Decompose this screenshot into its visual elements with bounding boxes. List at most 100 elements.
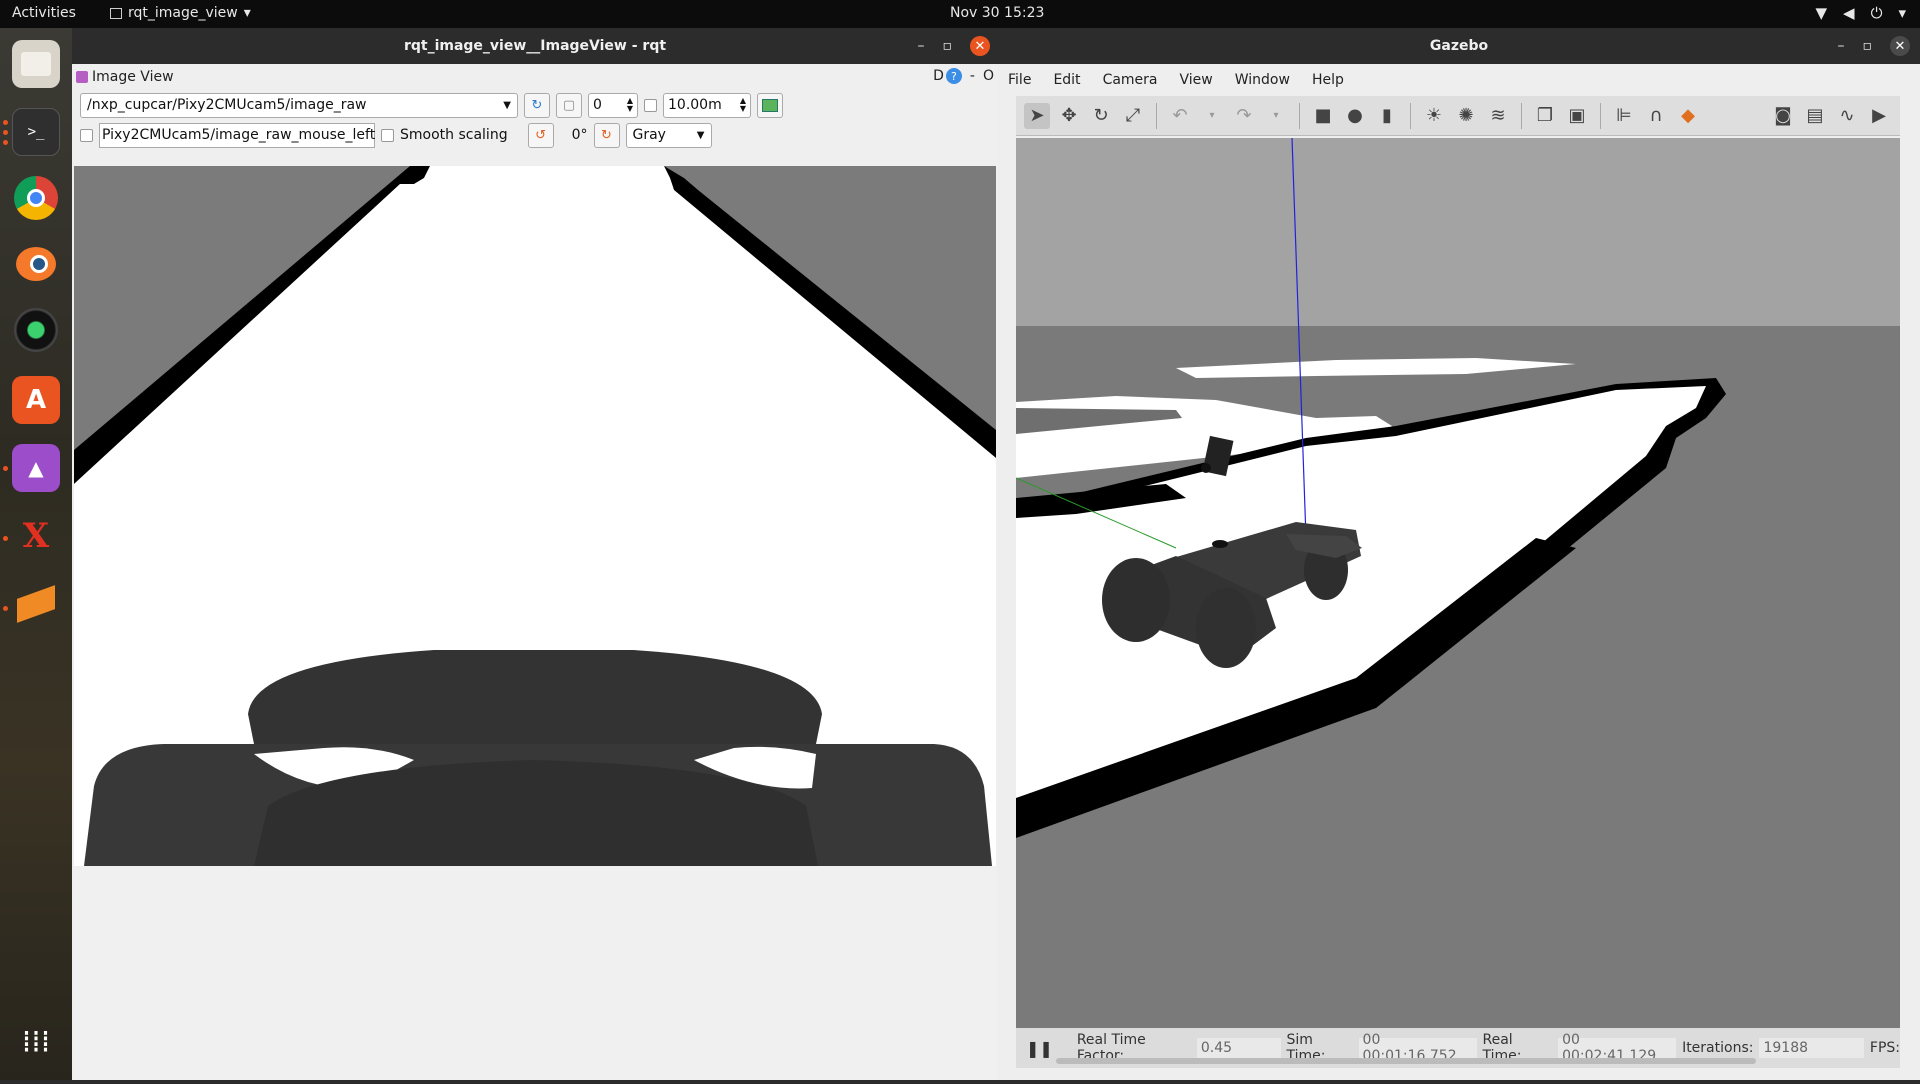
redo-icon[interactable]: ↷ — [1231, 103, 1257, 129]
running-indicator — [3, 606, 8, 611]
save-image-button[interactable] — [757, 92, 783, 118]
chevron-down-icon[interactable]: ▾ — [1263, 103, 1289, 129]
spot-light-icon[interactable]: ✺ — [1453, 103, 1479, 129]
close-button[interactable]: ✕ — [1890, 36, 1910, 56]
close-plugin-button[interactable]: O — [983, 68, 994, 84]
software-icon[interactable]: A — [12, 376, 60, 424]
smooth-scaling-checkbox[interactable] — [381, 128, 394, 142]
time-checkbox[interactable] — [644, 98, 657, 112]
log-icon[interactable]: ▤ — [1802, 103, 1828, 129]
colormap-select[interactable]: Gray ▼ — [625, 122, 712, 148]
time-spin-box[interactable]: 10.00m ▲ ▼ — [663, 92, 751, 118]
toolbar-separator — [1410, 102, 1411, 129]
menu-file[interactable]: File — [1008, 72, 1031, 88]
chrome-icon[interactable] — [12, 174, 60, 222]
plugin-header: Image View D ? - O — [72, 64, 998, 90]
mouse-toolbar: Pixy2CMUcam5/image_raw_mouse_left Smooth… — [72, 120, 998, 150]
menu-window[interactable]: Window — [1235, 72, 1290, 88]
image-view-icon — [76, 71, 88, 83]
zoom-button[interactable]: ▢ — [556, 92, 582, 118]
help-icon[interactable]: ? — [945, 68, 962, 84]
screenshot-icon[interactable]: ◙ — [1770, 103, 1796, 129]
cylinder-shape-icon[interactable]: ▮ — [1374, 103, 1400, 129]
toolbar-separator — [1156, 102, 1157, 129]
directional-light-icon[interactable]: ≋ — [1485, 103, 1511, 129]
image-view[interactable] — [74, 166, 996, 1080]
camera-image — [74, 166, 996, 1080]
sphere-shape-icon[interactable]: ● — [1342, 103, 1368, 129]
translate-mode-icon[interactable]: ✥ — [1056, 103, 1082, 129]
system-tray[interactable]: ▼ ◀ ⏻ ▾ — [1816, 4, 1907, 22]
scale-mode-icon[interactable]: ⤢ — [1120, 103, 1146, 129]
chevron-down-icon: ▼ — [503, 99, 511, 111]
minimize-button[interactable]: – — [918, 38, 925, 54]
toolbar-separator — [1600, 102, 1601, 129]
point-light-icon[interactable]: ☀ — [1421, 103, 1447, 129]
terminal-icon[interactable]: >_ — [12, 108, 60, 156]
plot-icon[interactable]: ∿ — [1834, 103, 1860, 129]
iterations-value: 19188 — [1759, 1038, 1864, 1058]
video-record-icon[interactable]: ▶ — [1866, 103, 1892, 129]
running-indicator — [3, 130, 8, 135]
gazebo-toolbar: ➤ ✥ ↻ ⤢ ↶ ▾ ↷ ▾ ■ ● ▮ ☀ ✺ ≋ ❐ ▣ ⊫ ∩ ◆ ◙ … — [1016, 96, 1900, 136]
snap-icon[interactable]: ∩ — [1643, 103, 1669, 129]
align-icon[interactable]: ⊫ — [1611, 103, 1637, 129]
dock-button[interactable]: D — [933, 68, 944, 84]
spin-arrows-icon: ▲ ▼ — [739, 96, 746, 113]
rotate-right-button[interactable]: ↻ — [593, 122, 620, 148]
car-hood — [248, 650, 822, 744]
copy-icon[interactable]: ❐ — [1532, 103, 1558, 129]
mouse-publish-checkbox[interactable] — [80, 128, 93, 142]
refresh-button[interactable]: ↻ — [524, 92, 550, 118]
apps-grid-icon[interactable]: ⁞⁞⁞ — [12, 1018, 60, 1066]
menu-camera[interactable]: Camera — [1103, 72, 1158, 88]
topic-select-value: /nxp_cupcar/Pixy2CMUcam5/image_raw — [87, 97, 367, 113]
layers-icon[interactable] — [12, 580, 60, 628]
change-view-icon[interactable]: ◆ — [1675, 103, 1701, 129]
dock: >_ A ▲ X ⁞⁞⁞ — [0, 28, 72, 1080]
gazebo-window: Gazebo – ▫ ✕ File Edit Camera View Windo… — [998, 28, 1920, 1080]
clock[interactable]: Nov 30 15:23 — [950, 5, 1044, 21]
pause-icon[interactable]: ❚❚ — [1026, 1039, 1053, 1058]
time-value: 10.00m — [668, 97, 722, 113]
undo-icon[interactable]: ↶ — [1167, 103, 1193, 129]
menu-help[interactable]: Help — [1312, 72, 1344, 88]
rotate-left-button[interactable]: ↺ — [527, 122, 554, 148]
minimize-button[interactable]: – — [1838, 38, 1845, 54]
running-indicator — [3, 140, 8, 145]
spin-arrows-icon: ▲ ▼ — [626, 96, 633, 113]
close-button[interactable]: ✕ — [970, 36, 990, 56]
app-menu-icon — [110, 7, 122, 19]
maximize-button[interactable]: ▫ — [1863, 38, 1873, 54]
rqt-titlebar[interactable]: rqt_image_view__ImageView - rqt – ▫ ✕ — [72, 28, 998, 64]
xacro-icon[interactable]: X — [12, 512, 60, 560]
app-menu[interactable]: rqt_image_view ▾ — [110, 5, 251, 21]
colormap-value: Gray — [632, 127, 666, 143]
chevron-down-icon[interactable]: ▾ — [1199, 103, 1225, 129]
horizontal-scrollbar[interactable] — [1056, 1058, 1756, 1064]
menu-view[interactable]: View — [1180, 72, 1213, 88]
activities-button[interactable]: Activities — [12, 5, 76, 21]
rotate-mode-icon[interactable]: ↻ — [1088, 103, 1114, 129]
3d-scene[interactable] — [1016, 138, 1900, 1028]
paste-icon[interactable]: ▣ — [1564, 103, 1590, 129]
fps-label: FPS: — [1869, 1040, 1900, 1056]
gazebo-titlebar[interactable]: Gazebo – ▫ ✕ — [998, 28, 1920, 64]
mouse-topic-field[interactable]: Pixy2CMUcam5/image_raw_mouse_left — [99, 122, 376, 148]
files-icon[interactable] — [12, 40, 60, 88]
toolbar-separator — [1299, 102, 1300, 129]
minimize-plugin-button[interactable]: - — [970, 68, 975, 84]
app-menu-label: rqt_image_view — [128, 5, 238, 21]
running-indicator — [3, 120, 8, 125]
box-shape-icon[interactable]: ■ — [1310, 103, 1336, 129]
select-mode-icon[interactable]: ➤ — [1024, 102, 1050, 129]
mouse-topic-value: Pixy2CMUcam5/image_raw_mouse_left — [102, 127, 376, 143]
spin-box[interactable]: 0 ▲ ▼ — [588, 92, 638, 118]
menu-edit[interactable]: Edit — [1053, 72, 1080, 88]
topic-select[interactable]: /nxp_cupcar/Pixy2CMUcam5/image_raw ▼ — [80, 92, 518, 118]
maximize-button[interactable]: ▫ — [943, 38, 953, 54]
camera-icon[interactable] — [12, 306, 60, 354]
rotate-right-icon: ↻ — [601, 127, 612, 143]
blender-icon[interactable] — [12, 240, 60, 288]
image-viewer-icon[interactable]: ▲ — [12, 444, 60, 492]
